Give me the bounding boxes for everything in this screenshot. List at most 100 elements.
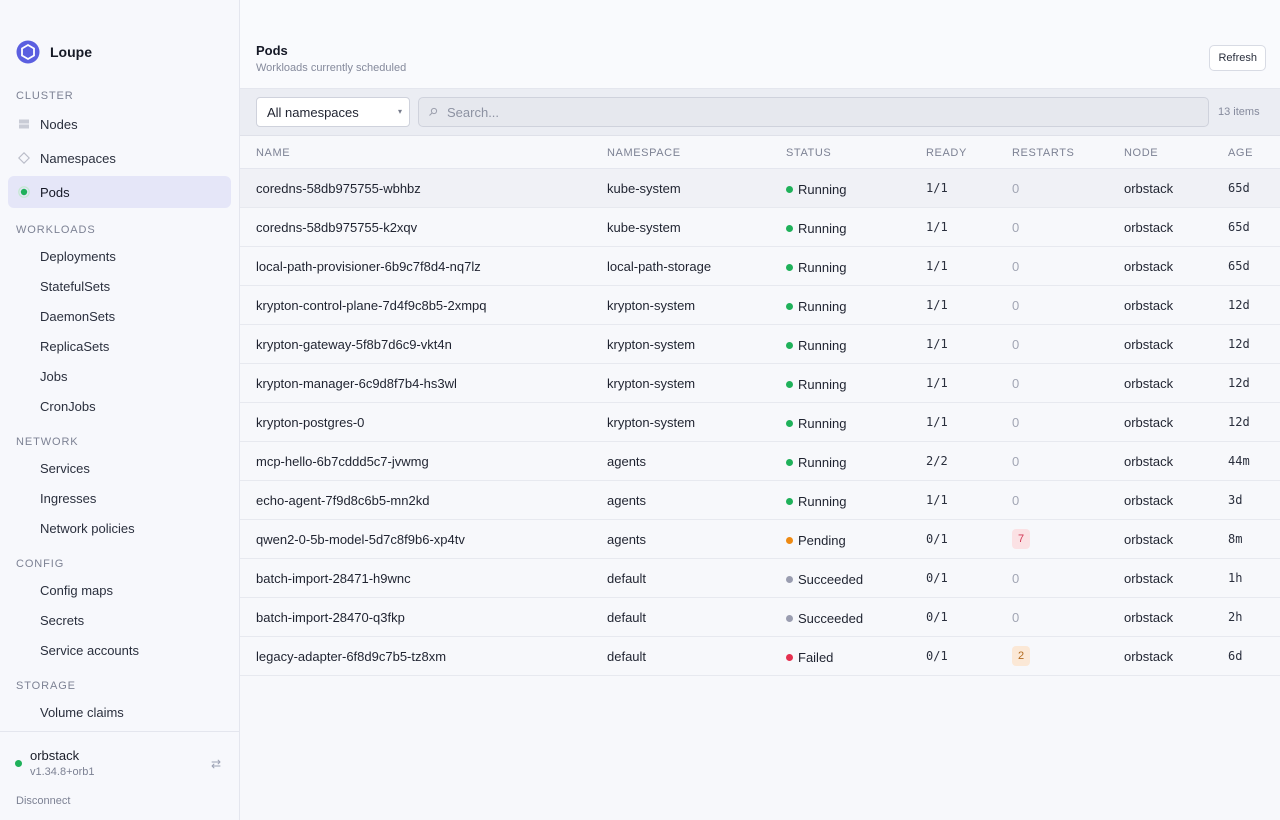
brand[interactable]: Loupe: [16, 40, 92, 64]
table-row[interactable]: coredns-58db975755-wbhbz kube-system Runni…: [240, 169, 1280, 208]
pod-name[interactable]: krypton-postgres-0: [256, 415, 364, 430]
pod-age: 65d: [1228, 181, 1250, 195]
sidebar-item-jobs[interactable]: Jobs: [8, 363, 231, 389]
page-subtitle: Workloads currently scheduled: [256, 62, 407, 74]
column-header-ready[interactable]: READY: [926, 147, 967, 159]
sidebar-item-deployments[interactable]: Deployments: [8, 243, 231, 269]
pod-name[interactable]: krypton-control-plane-7d4f9c8b5-2xmpq: [256, 298, 487, 313]
pod-name[interactable]: local-path-provisioner-6b9c7f8d4-nq7lz: [256, 259, 481, 274]
page-header: Pods Workloads currently scheduled Refre…: [240, 0, 1280, 89]
refresh-button[interactable]: Refresh: [1209, 45, 1266, 71]
table-row[interactable]: krypton-postgres-0 krypton-system Running 1…: [240, 403, 1280, 442]
section-title-workloads: WORKLOADS: [16, 224, 96, 236]
table-row[interactable]: qwen2-0-5b-model-5d7c8f9b6-xp4tv agents Pe…: [240, 520, 1280, 559]
table-header: NAME NAMESPACE STATUS READY RESTARTS NOD…: [240, 136, 1280, 169]
pod-name[interactable]: krypton-gateway-5f8b7d6c9-vkt4n: [256, 337, 452, 352]
sidebar-item-volume-claims[interactable]: Volume claims: [8, 699, 231, 725]
namespace-select[interactable]: All namespaces ▾: [256, 97, 410, 127]
pod-name[interactable]: batch-import-28471-h9wnc: [256, 571, 411, 586]
switch-context-icon[interactable]: ⇄: [211, 757, 221, 771]
status-dot-icon: [786, 420, 793, 427]
pod-age: 1h: [1228, 571, 1243, 585]
sidebar-item-ingresses[interactable]: Ingresses: [8, 485, 231, 511]
table-row[interactable]: krypton-manager-6c9d8f7b4-hs3wl krypton-s…: [240, 364, 1280, 403]
pod-namespace: krypton-system: [607, 337, 696, 352]
pod-namespace: krypton-system: [607, 376, 696, 391]
pod-status: Succeeded: [798, 572, 864, 587]
pod-status: Running: [798, 221, 847, 236]
status-dot-icon: [786, 654, 793, 661]
status-dot-icon: [786, 615, 793, 622]
context-name: orbstack: [30, 748, 80, 763]
restarts-badge: 7: [1012, 529, 1030, 549]
table-row[interactable]: batch-import-28471-h9wnc default Succeeded…: [240, 559, 1280, 598]
column-header-status[interactable]: STATUS: [786, 147, 831, 159]
sidebar-item-nodes[interactable]: Nodes: [8, 108, 231, 140]
pod-node: orbstack: [1124, 415, 1174, 430]
search-input[interactable]: [447, 98, 1187, 126]
pod-namespace: krypton-system: [607, 298, 696, 313]
sidebar-item-pods[interactable]: Pods: [8, 176, 231, 208]
search-box[interactable]: [418, 97, 1209, 127]
section-title-network: NETWORK: [16, 436, 79, 448]
pod-name[interactable]: mcp-hello-6b7cddd5c7-jvwmg: [256, 454, 429, 469]
table-row[interactable]: legacy-adapter-6f8d9c7b5-tz8xm default Fai…: [240, 637, 1280, 676]
sidebar-item-network-policies[interactable]: Network policies: [8, 515, 231, 541]
pod-status: Running: [798, 416, 847, 431]
pod-ready: 1/1: [926, 376, 948, 390]
pod-status: Running: [798, 377, 847, 392]
pod-age: 12d: [1228, 376, 1250, 390]
pod-name[interactable]: coredns-58db975755-k2xqv: [256, 220, 417, 235]
pod-ready: 1/1: [926, 298, 948, 312]
column-header-age[interactable]: AGE: [1228, 147, 1253, 159]
disconnect-link[interactable]: Disconnect: [16, 795, 70, 807]
pod-name[interactable]: legacy-adapter-6f8d9c7b5-tz8xm: [256, 649, 446, 664]
pod-name[interactable]: krypton-manager-6c9d8f7b4-hs3wl: [256, 376, 457, 391]
pod-node: orbstack: [1124, 220, 1174, 235]
dot-icon: [18, 186, 30, 198]
table-row[interactable]: mcp-hello-6b7cddd5c7-jvwmg agents Running 2…: [240, 442, 1280, 481]
namespace-select-value: All namespaces: [267, 104, 359, 120]
pod-age: 3d: [1228, 493, 1243, 507]
diamond-icon: [18, 152, 30, 164]
pod-restarts: 0: [1012, 571, 1020, 586]
pod-name[interactable]: coredns-58db975755-wbhbz: [256, 181, 421, 196]
pod-namespace: local-path-storage: [607, 259, 712, 274]
pod-restarts: 0: [1012, 220, 1020, 235]
sidebar-item-replicasets[interactable]: ReplicaSets: [8, 333, 231, 359]
column-header-namespace[interactable]: NAMESPACE: [607, 147, 681, 159]
table-row[interactable]: krypton-control-plane-7d4f9c8b5-2xmpq kry…: [240, 286, 1280, 325]
column-header-node[interactable]: NODE: [1124, 147, 1158, 159]
sidebar-item-statefulsets[interactable]: StatefulSets: [8, 273, 231, 299]
sidebar-item-cronjobs[interactable]: CronJobs: [8, 393, 231, 419]
sidebar-item-daemonsets[interactable]: DaemonSets: [8, 303, 231, 329]
sidebar-item-secrets[interactable]: Secrets: [8, 607, 231, 633]
pod-name[interactable]: echo-agent-7f9d8c6b5-mn2kd: [256, 493, 429, 508]
pod-ready: 0/1: [926, 649, 948, 663]
pod-restarts: 0: [1012, 298, 1020, 313]
column-header-name[interactable]: NAME: [256, 147, 290, 159]
sidebar-item-service-accounts[interactable]: Service accounts: [8, 637, 231, 663]
table-row[interactable]: echo-agent-7f9d8c6b5-mn2kd agents Running 1…: [240, 481, 1280, 520]
table-row[interactable]: local-path-provisioner-6b9c7f8d4-nq7lz lo…: [240, 247, 1280, 286]
pod-status: Running: [798, 494, 847, 509]
sidebar-item-config-maps[interactable]: Config maps: [8, 577, 231, 603]
item-count: 13 items: [1218, 106, 1260, 118]
table-row[interactable]: krypton-gateway-5f8b7d6c9-vkt4n krypton-s…: [240, 325, 1280, 364]
sidebar-item-services[interactable]: Services: [8, 455, 231, 481]
pod-restarts: 0: [1012, 415, 1020, 430]
pod-name[interactable]: qwen2-0-5b-model-5d7c8f9b6-xp4tv: [256, 532, 465, 547]
sidebar-item-namespaces[interactable]: Namespaces: [8, 142, 231, 174]
pod-restarts: 0: [1012, 376, 1020, 391]
pod-age: 2h: [1228, 610, 1243, 624]
column-header-restarts[interactable]: RESTARTS: [1012, 147, 1074, 159]
pod-ready: 1/1: [926, 415, 948, 429]
status-dot-icon: [786, 225, 793, 232]
table-row[interactable]: coredns-58db975755-k2xqv kube-system Runni…: [240, 208, 1280, 247]
table-row[interactable]: batch-import-28470-q3fkp default Succeeded…: [240, 598, 1280, 637]
status-dot-icon: [786, 186, 793, 193]
pod-node: orbstack: [1124, 298, 1174, 313]
pod-restarts: 0: [1012, 259, 1020, 274]
pod-name[interactable]: batch-import-28470-q3fkp: [256, 610, 405, 625]
pod-ready: 1/1: [926, 493, 948, 507]
